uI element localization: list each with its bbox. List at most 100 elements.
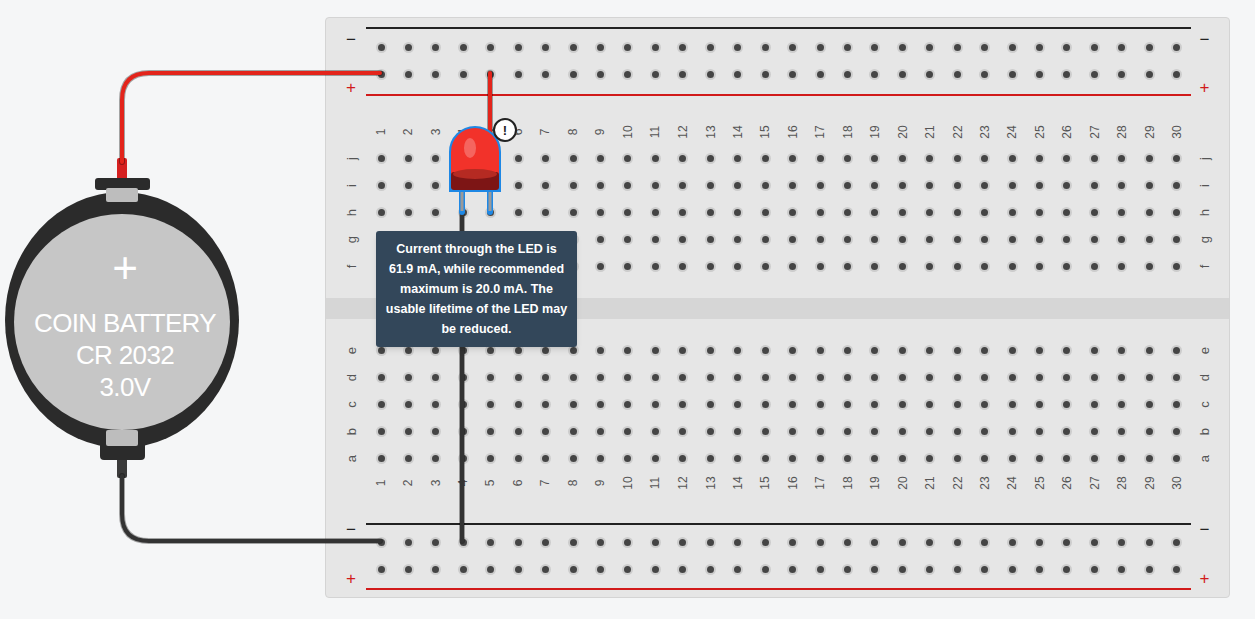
breadboard-hole[interactable] bbox=[1026, 391, 1053, 418]
breadboard-hole[interactable] bbox=[806, 226, 833, 253]
breadboard-hole[interactable] bbox=[697, 61, 724, 88]
breadboard-hole[interactable] bbox=[889, 145, 916, 172]
breadboard-hole[interactable] bbox=[971, 418, 998, 445]
breadboard-hole[interactable] bbox=[669, 445, 696, 472]
breadboard-hole[interactable] bbox=[1081, 556, 1108, 583]
breadboard-hole[interactable] bbox=[477, 34, 504, 61]
breadboard-hole[interactable] bbox=[943, 364, 970, 391]
breadboard-hole[interactable] bbox=[751, 253, 778, 280]
breadboard-hole[interactable] bbox=[724, 445, 751, 472]
breadboard-hole[interactable] bbox=[450, 418, 477, 445]
breadboard-hole[interactable] bbox=[1053, 226, 1080, 253]
breadboard-hole[interactable] bbox=[806, 34, 833, 61]
breadboard-hole[interactable] bbox=[422, 529, 449, 556]
breadboard-hole[interactable] bbox=[1163, 253, 1190, 280]
breadboard-hole[interactable] bbox=[395, 364, 422, 391]
breadboard-hole[interactable] bbox=[1081, 337, 1108, 364]
breadboard-hole[interactable] bbox=[1108, 145, 1135, 172]
breadboard-hole[interactable] bbox=[614, 34, 641, 61]
breadboard-hole[interactable] bbox=[395, 145, 422, 172]
breadboard-hole[interactable] bbox=[861, 253, 888, 280]
breadboard-hole[interactable] bbox=[724, 61, 751, 88]
breadboard-hole[interactable] bbox=[450, 529, 477, 556]
breadboard-hole[interactable] bbox=[971, 172, 998, 199]
breadboard-hole[interactable] bbox=[724, 529, 751, 556]
breadboard-hole[interactable] bbox=[642, 253, 669, 280]
breadboard-hole[interactable] bbox=[1026, 34, 1053, 61]
breadboard-hole[interactable] bbox=[1026, 529, 1053, 556]
breadboard-hole[interactable] bbox=[806, 61, 833, 88]
breadboard-hole[interactable] bbox=[1081, 529, 1108, 556]
breadboard-hole[interactable] bbox=[1053, 34, 1080, 61]
breadboard-hole[interactable] bbox=[834, 337, 861, 364]
breadboard-hole[interactable] bbox=[834, 364, 861, 391]
breadboard-hole[interactable] bbox=[943, 418, 970, 445]
breadboard-hole[interactable] bbox=[532, 34, 559, 61]
breadboard-hole[interactable] bbox=[614, 418, 641, 445]
breadboard-hole[interactable] bbox=[916, 145, 943, 172]
breadboard-hole[interactable] bbox=[559, 61, 586, 88]
breadboard-hole[interactable] bbox=[450, 61, 477, 88]
breadboard-hole[interactable] bbox=[724, 364, 751, 391]
breadboard-hole[interactable] bbox=[834, 61, 861, 88]
breadboard-hole[interactable] bbox=[889, 418, 916, 445]
breadboard-hole[interactable] bbox=[779, 556, 806, 583]
breadboard-hole[interactable] bbox=[477, 61, 504, 88]
breadboard-hole[interactable] bbox=[395, 418, 422, 445]
breadboard-hole[interactable] bbox=[998, 337, 1025, 364]
breadboard-hole[interactable] bbox=[614, 445, 641, 472]
breadboard-hole[interactable] bbox=[367, 529, 394, 556]
breadboard-hole[interactable] bbox=[1136, 61, 1163, 88]
breadboard-hole[interactable] bbox=[642, 61, 669, 88]
breadboard-hole[interactable] bbox=[504, 145, 531, 172]
breadboard-hole[interactable] bbox=[532, 199, 559, 226]
breadboard-hole[interactable] bbox=[998, 556, 1025, 583]
breadboard-hole[interactable] bbox=[998, 418, 1025, 445]
breadboard-hole[interactable] bbox=[559, 391, 586, 418]
breadboard-hole[interactable] bbox=[395, 391, 422, 418]
breadboard-hole[interactable] bbox=[806, 364, 833, 391]
breadboard-hole[interactable] bbox=[943, 445, 970, 472]
breadboard-hole[interactable] bbox=[751, 34, 778, 61]
breadboard-hole[interactable] bbox=[1108, 61, 1135, 88]
breadboard-hole[interactable] bbox=[1026, 418, 1053, 445]
breadboard-hole[interactable] bbox=[889, 391, 916, 418]
breadboard-hole[interactable] bbox=[751, 226, 778, 253]
breadboard-hole[interactable] bbox=[724, 34, 751, 61]
breadboard-hole[interactable] bbox=[889, 61, 916, 88]
breadboard-hole[interactable] bbox=[1108, 172, 1135, 199]
breadboard-hole[interactable] bbox=[1053, 556, 1080, 583]
breadboard-hole[interactable] bbox=[806, 418, 833, 445]
breadboard-hole[interactable] bbox=[450, 556, 477, 583]
breadboard-hole[interactable] bbox=[971, 337, 998, 364]
breadboard-hole[interactable] bbox=[1136, 253, 1163, 280]
breadboard-hole[interactable] bbox=[861, 337, 888, 364]
breadboard-hole[interactable] bbox=[751, 418, 778, 445]
breadboard-hole[interactable] bbox=[971, 529, 998, 556]
breadboard-hole[interactable] bbox=[943, 172, 970, 199]
breadboard-hole[interactable] bbox=[751, 199, 778, 226]
breadboard-hole[interactable] bbox=[916, 364, 943, 391]
breadboard-hole[interactable] bbox=[1108, 337, 1135, 364]
breadboard-hole[interactable] bbox=[477, 445, 504, 472]
breadboard-hole[interactable] bbox=[1136, 199, 1163, 226]
breadboard-hole[interactable] bbox=[1081, 445, 1108, 472]
breadboard-hole[interactable] bbox=[1081, 34, 1108, 61]
breadboard-hole[interactable] bbox=[532, 145, 559, 172]
breadboard-hole[interactable] bbox=[1081, 172, 1108, 199]
breadboard-hole[interactable] bbox=[806, 445, 833, 472]
breadboard-hole[interactable] bbox=[1136, 226, 1163, 253]
breadboard-hole[interactable] bbox=[642, 172, 669, 199]
breadboard-hole[interactable] bbox=[779, 364, 806, 391]
breadboard-hole[interactable] bbox=[724, 253, 751, 280]
breadboard-hole[interactable] bbox=[834, 391, 861, 418]
breadboard-hole[interactable] bbox=[504, 445, 531, 472]
breadboard-hole[interactable] bbox=[779, 145, 806, 172]
breadboard-hole[interactable] bbox=[395, 172, 422, 199]
breadboard-hole[interactable] bbox=[367, 556, 394, 583]
breadboard-hole[interactable] bbox=[532, 529, 559, 556]
breadboard-hole[interactable] bbox=[1136, 145, 1163, 172]
breadboard-hole[interactable] bbox=[450, 445, 477, 472]
breadboard-hole[interactable] bbox=[587, 199, 614, 226]
breadboard-hole[interactable] bbox=[642, 556, 669, 583]
